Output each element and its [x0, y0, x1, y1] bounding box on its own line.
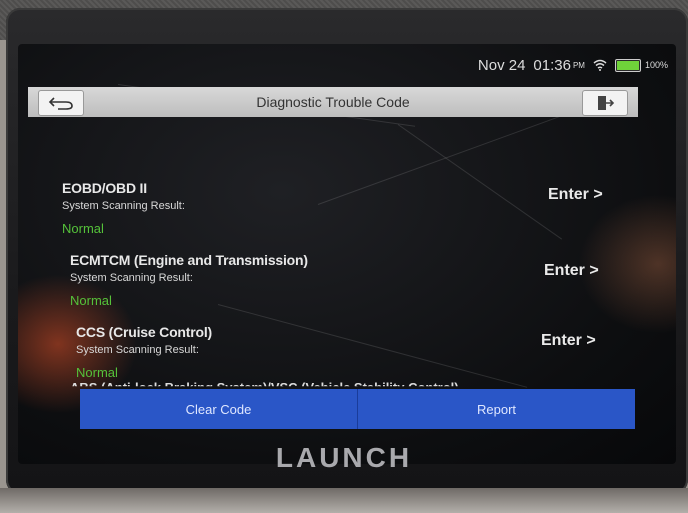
screen-scratch [217, 304, 528, 388]
page-title: Diagnostic Trouble Code [256, 94, 410, 110]
clear-code-button[interactable]: Clear Code [80, 389, 358, 429]
enter-button[interactable]: Enter > [544, 262, 599, 280]
system-row: EOBD/OBD II System Scanning Result: Norm… [62, 180, 185, 236]
system-result-status: Normal [70, 293, 112, 308]
system-name: ECMTCM (Engine and Transmission) [70, 252, 308, 268]
system-result-label: System Scanning Result: [76, 344, 199, 356]
enter-button[interactable]: Enter > [541, 332, 596, 350]
system-name: CCS (Cruise Control) [76, 324, 213, 340]
wifi-icon [593, 59, 607, 71]
screen-scratch [317, 115, 563, 205]
system-result-status: Normal [76, 365, 118, 380]
exit-icon [598, 96, 615, 110]
enter-button[interactable]: Enter > [548, 186, 603, 204]
status-ampm: PM [572, 60, 585, 70]
action-bar: Clear Code Report [80, 389, 635, 429]
status-date: Nov 24 [477, 56, 526, 74]
battery-percent: 100% [644, 60, 668, 70]
system-result-label: System Scanning Result: [70, 272, 193, 284]
screen-scratch [397, 124, 563, 240]
status-bar: Nov 24 01:36 PM 100% [478, 56, 668, 74]
report-button[interactable]: Report [358, 389, 635, 429]
system-row: ECMTCM (Engine and Transmission) System … [70, 252, 308, 308]
back-button[interactable] [38, 90, 84, 116]
system-result-status: Normal [62, 221, 104, 236]
back-arrow-icon [48, 97, 73, 110]
exit-button[interactable] [582, 90, 628, 116]
battery-icon [614, 58, 641, 72]
device-bottom-edge [0, 488, 688, 513]
status-time: 01:36 [533, 56, 571, 74]
system-row: CCS (Cruise Control) System Scanning Res… [76, 324, 212, 380]
system-result-label: System Scanning Result: [62, 200, 185, 212]
battery-level [616, 60, 639, 70]
system-name: EOBD/OBD II [62, 180, 147, 196]
brand-logo: LAUNCH [275, 442, 413, 473]
header-bar: Diagnostic Trouble Code [28, 87, 638, 117]
